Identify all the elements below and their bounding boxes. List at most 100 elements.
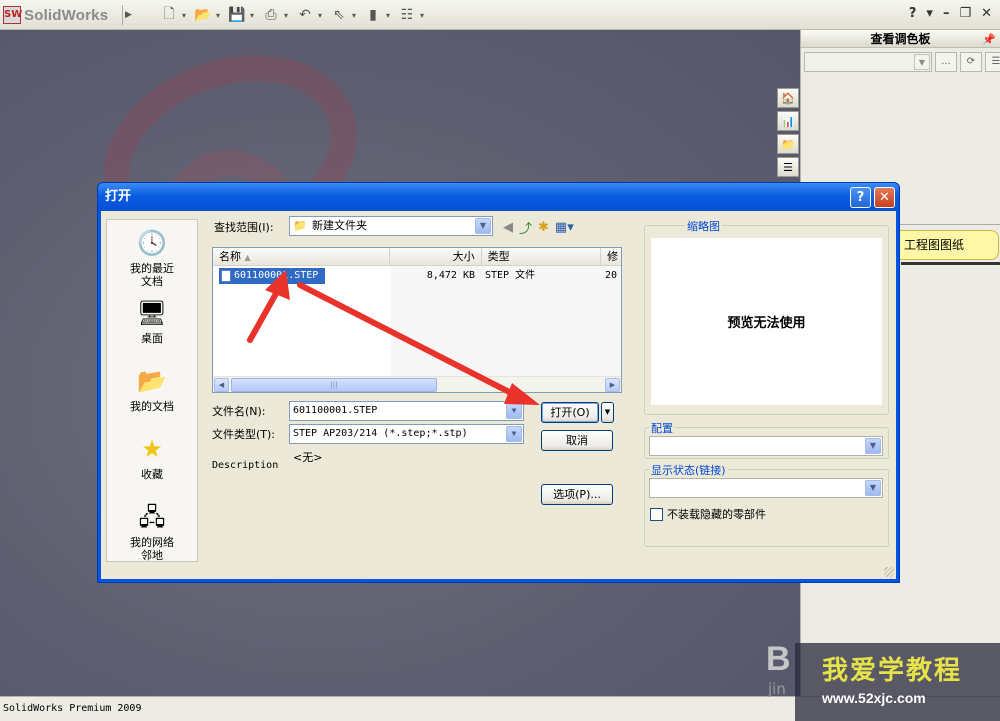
rebuild-icon[interactable]: ▮ xyxy=(364,6,382,24)
chevron-down-icon[interactable]: ▼ xyxy=(506,426,522,442)
chevron-down-icon[interactable]: ▾ xyxy=(284,11,292,20)
horizontal-scrollbar[interactable]: ◀ ||| ▶ xyxy=(213,376,621,392)
chevron-down-icon[interactable]: ▾ xyxy=(216,11,224,20)
open-options-dropdown-icon[interactable]: ▼ xyxy=(601,402,614,423)
scroll-thumb[interactable]: ||| xyxy=(231,378,437,392)
chevron-down-icon[interactable]: ▾ xyxy=(318,11,326,20)
print-icon[interactable]: ⎙ xyxy=(262,6,280,24)
look-in-label: 查找范围(I): xyxy=(214,221,274,234)
file-row[interactable]: 601100001.STEP 8,472 KB STEP 文件 20 xyxy=(219,268,621,284)
column-size[interactable]: 大小 xyxy=(390,248,482,265)
chevron-down-icon[interactable]: ▼ xyxy=(506,403,522,419)
new-folder-icon[interactable]: ✱ xyxy=(538,220,549,235)
step-file-icon xyxy=(221,270,231,282)
thumbnail-caption: 缩略图 xyxy=(685,218,722,234)
scroll-left-icon[interactable]: ◀ xyxy=(214,378,229,392)
minimize-icon[interactable]: – xyxy=(943,6,950,21)
documents-folder-icon: 📂 xyxy=(137,366,167,395)
thumbnail-preview: 预览无法使用 xyxy=(651,238,882,405)
filename-combo[interactable]: 601100001.STEP ▼ xyxy=(289,401,524,421)
file-name-cell[interactable]: 601100001.STEP xyxy=(219,268,325,284)
display-state-combo[interactable]: ▼ xyxy=(649,478,883,498)
file-list-header: 名称 ▲ 大小 类型 修 xyxy=(213,248,621,266)
column-modified[interactable]: 修 xyxy=(601,248,621,265)
options-list-icon[interactable]: ☷ xyxy=(398,6,416,24)
divider xyxy=(899,224,1000,225)
solidworks-logo-text: SolidWorks xyxy=(24,6,109,24)
restore-icon[interactable]: ❐ xyxy=(959,6,971,21)
help-icon[interactable]: ? xyxy=(909,6,917,21)
open-folder-icon[interactable]: 📂 xyxy=(194,6,212,24)
open-dialog: 打开 ? ✕ 🕓 我的最近文档 🖥 桌面 📂 我的文档 ★ 收藏 🖧 我的网络邻… xyxy=(97,182,900,583)
save-icon[interactable]: 💾 xyxy=(228,6,246,24)
hidden-parts-checkbox[interactable] xyxy=(650,507,663,521)
pin-icon[interactable]: 📌 xyxy=(982,31,996,49)
drawing-sheet-tab[interactable]: 工程图图纸 xyxy=(899,230,999,260)
task-pane-header: 查看调色板 📌 xyxy=(801,30,1000,48)
view-menu-icon[interactable]: ▦▾ xyxy=(555,220,574,235)
place-favorites[interactable]: ★ 收藏 xyxy=(107,432,197,482)
dialog-close-button[interactable]: ✕ xyxy=(874,187,895,208)
filename-label: 文件名(N): xyxy=(212,405,266,418)
close-icon[interactable]: ✕ xyxy=(981,6,992,21)
chevron-down-icon[interactable]: ▾ xyxy=(386,11,394,20)
chevron-down-icon[interactable]: ▼ xyxy=(865,480,881,496)
place-network[interactable]: 🖧 我的网络邻地 xyxy=(107,500,197,563)
thumbnail-group: 缩略图 预览无法使用 xyxy=(644,218,889,415)
palette-combo[interactable]: ▼ xyxy=(804,52,932,72)
place-my-documents[interactable]: 📂 我的文档 xyxy=(107,364,197,414)
file-size: 8,472 KB xyxy=(426,270,475,281)
chevron-down-icon[interactable]: ▾ xyxy=(182,11,190,20)
file-explorer-icon[interactable]: 📁 xyxy=(777,134,799,154)
file-list[interactable]: 名称 ▲ 大小 类型 修 601100001.STEP 8,472 KB STE… xyxy=(212,247,622,393)
select-cursor-icon[interactable]: ⇖ xyxy=(330,6,348,24)
column-name-label: 名称 xyxy=(219,250,241,263)
back-icon[interactable]: ◀ xyxy=(503,220,513,235)
refresh-icon[interactable]: ⟳ xyxy=(960,52,982,72)
design-library-icon[interactable]: 📊 xyxy=(777,111,799,131)
up-folder-icon[interactable]: ⤴ xyxy=(519,218,532,237)
hidden-parts-checkbox-row[interactable]: 不装载隐藏的零部件 xyxy=(650,506,766,522)
task-pane-tabs: 🏠 📊 📁 ☰ xyxy=(777,88,799,177)
place-recent-documents[interactable]: 🕓 我的最近文档 xyxy=(107,226,197,289)
chevron-down-icon[interactable]: ▼ xyxy=(865,438,881,454)
more-icon[interactable]: ☰ xyxy=(985,52,1000,72)
resize-grip-icon[interactable] xyxy=(884,567,894,577)
filetype-value: STEP AP203/214 (*.step;*.stp) xyxy=(293,428,468,439)
place-desktop[interactable]: 🖥 桌面 xyxy=(107,296,197,346)
open-button[interactable]: 打开(O) xyxy=(541,402,599,423)
chevron-down-icon[interactable]: ▾ xyxy=(352,11,360,20)
dialog-body: 🕓 我的最近文档 🖥 桌面 📂 我的文档 ★ 收藏 🖧 我的网络邻地 查找范围(… xyxy=(101,211,896,579)
column-type[interactable]: 类型 xyxy=(482,248,602,265)
browse-button[interactable]: ... xyxy=(935,52,957,72)
configuration-combo[interactable]: ▼ xyxy=(649,436,883,456)
chevron-down-icon[interactable]: ▾ xyxy=(926,6,933,21)
chevron-down-icon[interactable]: ▼ xyxy=(914,54,930,70)
look-in-combo[interactable]: 📁 新建文件夹 ▼ xyxy=(289,216,493,236)
watermark-jin: jin xyxy=(768,680,786,698)
chevron-down-icon[interactable]: ▼ xyxy=(475,218,491,234)
filetype-combo[interactable]: STEP AP203/214 (*.step;*.stp) ▼ xyxy=(289,424,524,444)
file-name: 601100001.STEP xyxy=(234,270,319,281)
dialog-title-bar[interactable]: 打开 ? ✕ xyxy=(98,183,899,211)
display-state-caption: 显示状态(链接) xyxy=(649,462,728,478)
dialog-help-button[interactable]: ? xyxy=(850,187,871,208)
chevron-down-icon[interactable]: ▾ xyxy=(250,11,258,20)
look-in-value: 新建文件夹 xyxy=(312,219,367,232)
menu-expand-icon[interactable]: ▶ xyxy=(122,5,134,25)
main-toolbar: SW SolidWorks ▶ 🗋 ▾ 📂 ▾ 💾 ▾ ⎙ ▾ ↶ ▾ ⇖ ▾ ▮ ▾ ☷ ▾ … xyxy=(0,0,1000,30)
options-button[interactable]: 选项(P)... xyxy=(541,484,613,505)
column-name[interactable]: 名称 ▲ xyxy=(213,248,391,265)
cancel-button[interactable]: 取消 xyxy=(541,430,613,451)
sort-ascending-icon: ▲ xyxy=(244,253,251,262)
view-palette-icon[interactable]: ☰ xyxy=(777,157,799,177)
new-document-icon[interactable]: 🗋 xyxy=(160,6,178,24)
navigation-toolbar: ◀ ⤴ ✱ ▦▾ xyxy=(503,218,574,237)
place-label: 桌面 xyxy=(141,332,163,345)
chevron-down-icon[interactable]: ▾ xyxy=(420,11,428,20)
home-icon[interactable]: 🏠 xyxy=(777,88,799,108)
solidworks-logo[interactable]: SW SolidWorks xyxy=(3,6,108,24)
scroll-right-icon[interactable]: ▶ xyxy=(605,378,620,392)
undo-icon[interactable]: ↶ xyxy=(296,6,314,24)
task-pane-controls: ▼ ... ⟳ ☰ xyxy=(804,52,1000,72)
